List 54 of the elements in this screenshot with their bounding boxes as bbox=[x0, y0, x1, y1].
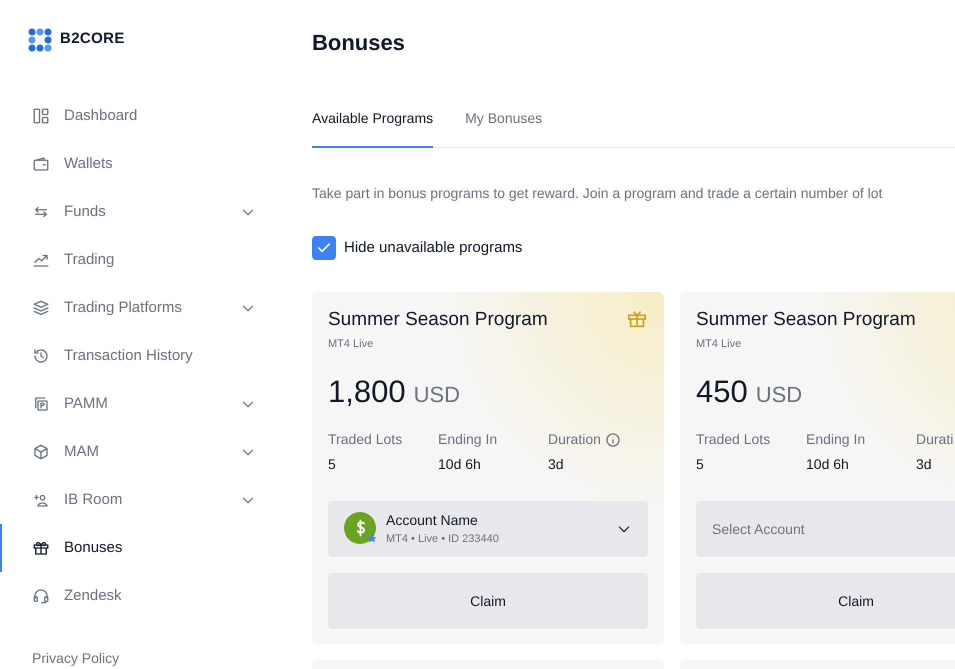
logo-text: B2CORE bbox=[60, 29, 125, 49]
page-title: Bonuses bbox=[312, 29, 406, 56]
logo-icon bbox=[28, 28, 52, 52]
card-title: Summer Season Program bbox=[328, 308, 548, 332]
stat-label: Ending In bbox=[806, 430, 866, 449]
bonus-amount: 450 bbox=[696, 372, 748, 410]
wallet-icon bbox=[32, 155, 50, 173]
description-text: Take part in bonus programs to get reward. Join a program and trade a certain number of lot bbox=[312, 184, 884, 203]
sidebar-item[interactable]: Transaction History bbox=[0, 332, 312, 380]
sidebar-item[interactable]: Zendesk bbox=[0, 572, 312, 620]
claim-button[interactable]: Claim bbox=[328, 573, 648, 629]
dashboard-icon bbox=[32, 107, 50, 125]
claim-button[interactable]: Claim bbox=[696, 573, 955, 629]
stat-label: Duration bbox=[548, 430, 601, 449]
document-icon bbox=[32, 395, 50, 413]
stat-label: Ending In bbox=[438, 430, 498, 449]
privacy-policy-link[interactable]: Privacy Policy bbox=[32, 648, 312, 669]
account-dropdown[interactable]: Account Name MT4 • Live • ID 233440 bbox=[328, 501, 648, 557]
stat-label: Traded Lots bbox=[696, 430, 770, 449]
sidebar-item[interactable]: Funds bbox=[0, 188, 312, 236]
sidebar-item[interactable]: IB Room bbox=[0, 476, 312, 524]
stat-label: Durati bbox=[916, 430, 954, 449]
sidebar-item[interactable]: PAMM bbox=[0, 380, 312, 428]
stat-value: 3d bbox=[916, 455, 933, 474]
stat-value: 5 bbox=[696, 455, 705, 474]
sidebar-item[interactable]: Trading bbox=[0, 236, 312, 284]
stat-value: 10d 6h bbox=[438, 455, 482, 474]
account-select[interactable]: Select Account bbox=[696, 501, 955, 557]
account-name: Account Name bbox=[386, 511, 479, 530]
gift-icon bbox=[32, 539, 50, 557]
cube-icon bbox=[32, 443, 50, 461]
card-title: Summer Season Program bbox=[696, 308, 916, 332]
layers-icon bbox=[32, 299, 50, 317]
card-subtitle: MT4 Live bbox=[328, 337, 374, 352]
currency-text: USD bbox=[414, 380, 460, 408]
stat-value: 5 bbox=[328, 455, 337, 474]
checkbox-label: Hide unavailable programs bbox=[344, 238, 522, 258]
history-icon bbox=[32, 347, 50, 365]
account-avatar-icon bbox=[344, 512, 378, 546]
account-details: MT4 • Live • ID 233440 bbox=[386, 532, 500, 548]
card-subtitle: MT4 Live bbox=[696, 337, 742, 352]
tab[interactable]: My Bonuses bbox=[465, 108, 542, 148]
sidebar-item[interactable]: Dashboard bbox=[0, 92, 312, 140]
sidebar-item[interactable]: MAM bbox=[0, 428, 312, 476]
stat-label: Traded Lots bbox=[328, 430, 402, 449]
sidebar-item[interactable]: Trading Platforms bbox=[0, 284, 312, 332]
headset-icon bbox=[32, 587, 50, 605]
checkbox[interactable] bbox=[312, 236, 336, 260]
stat-value: 3d bbox=[548, 455, 565, 474]
stat-value: 10d 6h bbox=[806, 455, 850, 474]
sidebar-item[interactable]: Wallets bbox=[0, 140, 312, 188]
bonus-amount: 1,800 bbox=[328, 372, 406, 410]
currency-text: USD bbox=[756, 380, 802, 408]
tab[interactable]: Available Programs bbox=[312, 108, 434, 148]
